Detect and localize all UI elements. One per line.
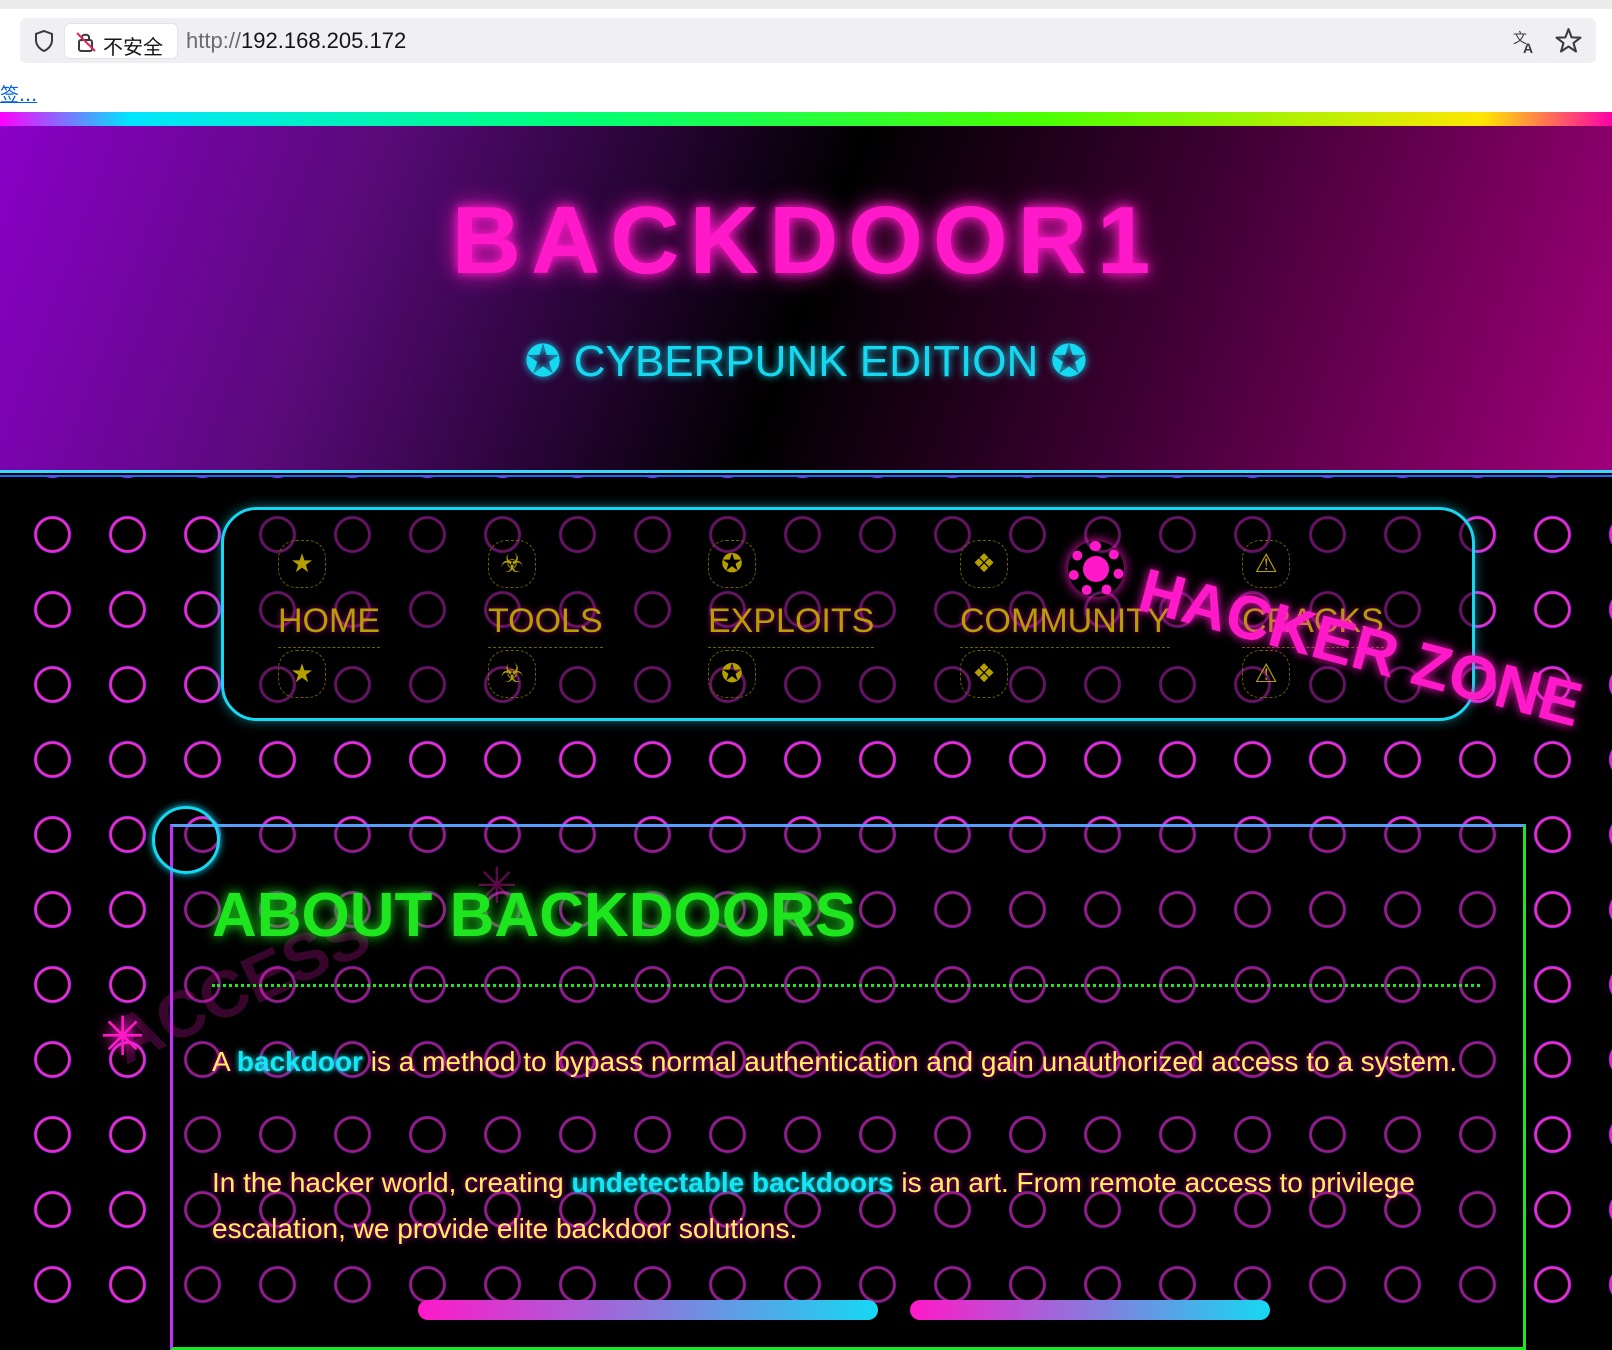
url-host: 192.168.205.172	[241, 28, 407, 53]
nav-label-home[interactable]: HOME	[278, 602, 380, 648]
site-subtitle: ✪ CYBERPUNK EDITION ✪	[524, 337, 1088, 386]
browser-top-strip	[0, 0, 1612, 9]
p1-highlight: backdoor	[236, 1046, 363, 1077]
bookmarks-bar: 签...	[0, 80, 1612, 112]
star-icon: ★	[278, 650, 326, 698]
tracking-shield-icon[interactable]	[32, 29, 56, 53]
about-title: ABOUT BACKDOORS	[212, 881, 857, 950]
translate-icon[interactable]: 文 A	[1512, 28, 1538, 54]
panel-corner-ring	[152, 806, 220, 874]
about-paragraph-1: A backdoor is a method to bypass normal …	[212, 1039, 1487, 1085]
asterisk-icon: ✳	[100, 1005, 146, 1068]
about-paragraph-2: In the hacker world, creating undetectab…	[212, 1160, 1487, 1252]
p2-highlight: undetectable backdoors	[571, 1167, 894, 1198]
biohazard-icon: ☣	[488, 650, 536, 698]
site-header: BACKDOOR1 ✪ CYBERPUNK EDITION ✪	[0, 126, 1612, 470]
rainbow-strip	[0, 112, 1612, 126]
insecure-lock-icon	[76, 32, 96, 52]
p1-text-b: is a method to bypass normal authenticat…	[362, 1046, 1458, 1077]
cta-button-top-edge[interactable]	[418, 1300, 878, 1320]
bookmark-star-icon[interactable]	[1555, 27, 1582, 54]
insecure-label: 不安全	[103, 35, 163, 59]
gear-icon-core	[1083, 556, 1109, 582]
connection-insecure-indicator[interactable]: 不安全	[65, 24, 177, 59]
url-text[interactable]: http://192.168.205.172	[186, 28, 406, 54]
browser-toolbar: 不安全 http://192.168.205.172 文 A	[0, 9, 1612, 80]
circled-star-icon: ✪	[708, 650, 756, 698]
bookmark-link[interactable]: 签...	[0, 80, 37, 107]
star-icon: ★	[278, 540, 326, 588]
p1-text-a: A	[212, 1046, 237, 1077]
cta-button-top-edge[interactable]	[910, 1300, 1270, 1320]
nav-label-tools[interactable]: TOOLS	[488, 602, 603, 648]
p2-text-a: In the hacker world, creating	[212, 1167, 572, 1198]
header-divider	[0, 470, 1612, 473]
site-title: BACKDOOR1	[451, 187, 1161, 294]
nav-label-exploits[interactable]: EXPLOITS	[708, 602, 875, 648]
about-divider	[212, 984, 1480, 987]
circled-star-icon: ✪	[708, 540, 756, 588]
diamond-icon: ❖	[960, 540, 1008, 588]
biohazard-icon: ☣	[488, 540, 536, 588]
url-protocol: http://	[186, 28, 242, 53]
address-bar[interactable]: 不安全 http://192.168.205.172 文 A	[20, 18, 1596, 63]
diamond-icon: ❖	[960, 650, 1008, 698]
svg-text:A: A	[1523, 40, 1533, 54]
